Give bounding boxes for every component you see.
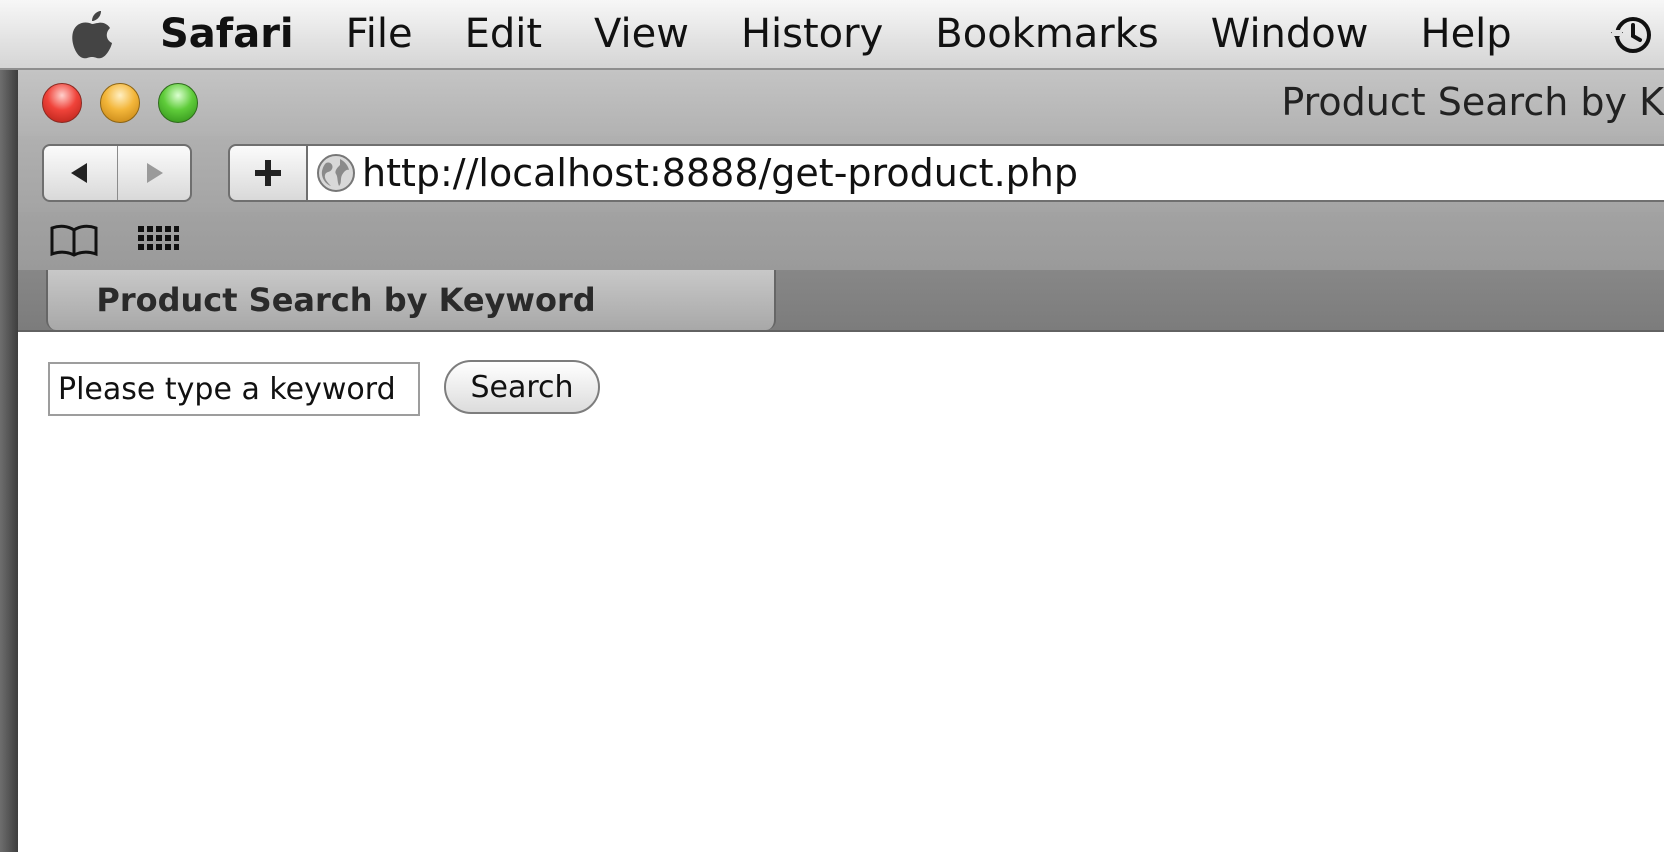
menu-bookmarks[interactable]: Bookmarks: [935, 0, 1158, 69]
menu-safari[interactable]: Safari: [160, 0, 294, 69]
tab-product-search[interactable]: Product Search by Keyword: [46, 270, 776, 330]
forward-button[interactable]: [116, 146, 191, 200]
address-bar[interactable]: http://localhost:8888/get-product.php: [306, 144, 1664, 202]
add-bookmark-button[interactable]: [228, 144, 306, 202]
title-bar[interactable]: Product Search by K: [18, 70, 1664, 136]
back-arrow-icon: [71, 163, 88, 183]
url-text: http://localhost:8888/get-product.php: [362, 151, 1078, 195]
globe-icon: [317, 154, 355, 192]
back-button[interactable]: [44, 146, 117, 200]
search-button[interactable]: Search: [444, 360, 600, 414]
zoom-window-button[interactable]: [158, 83, 198, 123]
menu-history[interactable]: History: [741, 0, 883, 69]
minimize-window-button[interactable]: [100, 83, 140, 123]
apple-logo-icon: [72, 11, 112, 59]
menu-file[interactable]: File: [346, 0, 413, 69]
browser-toolbar: http://localhost:8888/get-product.php: [18, 136, 1664, 212]
bookmarks-bar: [18, 212, 1664, 270]
clock-history-icon[interactable]: [1608, 12, 1654, 58]
navigation-buttons: [42, 144, 192, 202]
window-left-edge: [0, 70, 18, 852]
open-book-icon[interactable]: [48, 222, 100, 258]
keyword-input[interactable]: [48, 362, 420, 416]
apple-menu[interactable]: [62, 4, 122, 64]
menu-edit[interactable]: Edit: [465, 0, 542, 69]
grid-icon[interactable]: [136, 224, 180, 258]
browser-window: Product Search by K http://localhost:888…: [0, 70, 1664, 852]
menu-window[interactable]: Window: [1211, 0, 1369, 69]
menu-bar: Safari File Edit View History Bookmarks …: [0, 0, 1664, 70]
plus-icon: [255, 160, 281, 186]
forward-arrow-icon: [146, 163, 163, 183]
window-title: Product Search by K: [1281, 80, 1664, 124]
page-content: Search: [18, 332, 1664, 852]
tab-bar: Product Search by Keyword: [18, 270, 1664, 332]
menu-view[interactable]: View: [594, 0, 689, 69]
close-window-button[interactable]: [42, 83, 82, 123]
menu-help[interactable]: Help: [1420, 0, 1511, 69]
tab-label: Product Search by Keyword: [96, 281, 596, 319]
